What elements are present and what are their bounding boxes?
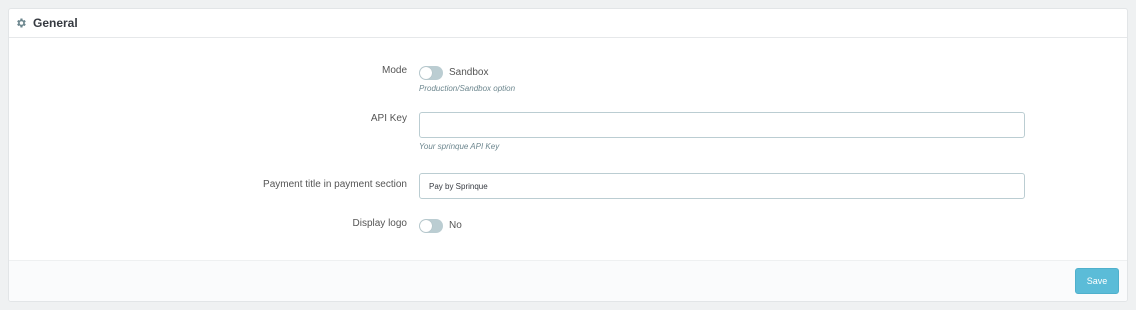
display-logo-toggle[interactable]	[419, 218, 443, 233]
panel-header: General	[9, 9, 1127, 38]
api-key-help-text: Your sprinque API Key	[419, 142, 500, 151]
save-button[interactable]: Save	[1075, 268, 1119, 294]
general-panel: General Mode Sandbox Production/Sandbox …	[8, 8, 1128, 302]
panel-title: General	[33, 16, 78, 30]
mode-toggle[interactable]	[419, 65, 443, 80]
panel-footer: Save	[9, 260, 1127, 301]
payment-title-input[interactable]	[419, 173, 1025, 199]
mode-label: Mode	[381, 65, 407, 76]
display-logo-label: Display logo	[352, 218, 407, 229]
mode-value-label: Sandbox	[449, 67, 489, 79]
toggle-knob	[420, 219, 432, 232]
gear-icon	[15, 17, 27, 29]
display-logo-value-label: No	[449, 220, 462, 232]
payment-title-label: Payment title in payment section	[263, 179, 407, 190]
toggle-knob	[420, 66, 432, 79]
api-key-label: API Key	[370, 113, 407, 124]
api-key-input[interactable]	[419, 112, 1025, 138]
mode-help-text: Production/Sandbox option	[419, 84, 516, 93]
